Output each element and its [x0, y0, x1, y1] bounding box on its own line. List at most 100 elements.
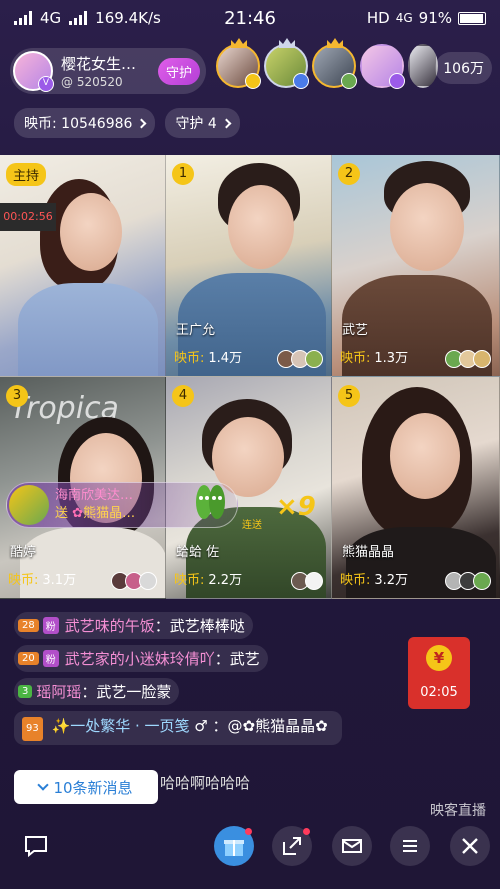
tile-supporters[interactable] [291, 572, 323, 590]
host-id: @ 520520 [61, 75, 123, 89]
mail-icon [342, 839, 362, 853]
red-packet-countdown: 02:05 [420, 685, 458, 700]
signal-icon-2 [69, 11, 88, 25]
notification-dot [245, 828, 252, 835]
gift-sender-avatar [9, 485, 49, 525]
host-avatar[interactable]: V [13, 51, 54, 92]
tile-supporters[interactable] [277, 350, 323, 368]
yuan-coin-icon: ¥ [426, 645, 452, 671]
tile-name: 熊猫晶晶 [342, 545, 395, 560]
close-icon [462, 838, 478, 854]
level-badge: 3 [18, 685, 33, 698]
video-tile-5[interactable]: 5 熊猫晶晶 映币: 3.2万 [332, 377, 500, 599]
slot-number: 2 [338, 163, 360, 185]
clock: 21:46 [224, 7, 276, 29]
battery-percent: 91% [418, 9, 452, 27]
tile-coins: 映币: 1.4万 [174, 351, 243, 366]
tile-coins: 映币: 1.3万 [340, 351, 409, 366]
viewer-avatar[interactable] [216, 38, 261, 89]
share-button[interactable] [272, 826, 312, 866]
gift-target: 熊猫晶… [83, 506, 136, 521]
network-speed: 169.4K/s [95, 9, 161, 27]
video-tile-2[interactable]: 2 武艺 映币: 1.3万 [332, 155, 500, 377]
menu-button[interactable] [390, 826, 430, 866]
bottom-toolbar [0, 822, 500, 872]
tile-name: 酷婷 [10, 545, 37, 560]
chat-message[interactable]: 28 粉 武艺味的午饭 ：武艺棒棒哒 [14, 612, 253, 639]
chevron-right-icon [136, 118, 147, 128]
gift-button[interactable] [214, 826, 254, 866]
brand-watermark: 映客直播 [430, 803, 486, 819]
crown-icon [279, 38, 295, 48]
message-button[interactable] [332, 826, 372, 866]
tile-supporters[interactable] [445, 572, 491, 590]
chat-user[interactable]: ✨一处繁华 · 一页笺 [52, 717, 190, 735]
network-right: 4G [395, 11, 413, 25]
menu-icon [403, 840, 417, 852]
crown-icon [327, 38, 343, 48]
host-bar: V 樱花女生… @ 520520 守护 [10, 48, 206, 94]
tile-supporters[interactable] [445, 350, 491, 368]
tile-name: 武艺 [342, 323, 369, 338]
top-viewers [216, 38, 438, 89]
share-icon [283, 837, 301, 855]
hd-label: HD [366, 9, 390, 27]
chat-user[interactable]: 武艺家的小迷妹玲倩吖 [65, 648, 215, 669]
chat-message-partial: 哈哈啊哈哈哈 [160, 774, 251, 792]
status-bar: 4G 169.4K/s 21:46 HD 4G 91% [0, 0, 500, 36]
gift-sender-name: 海南欣美达… [55, 488, 134, 503]
star-badge-icon [245, 73, 261, 89]
chat-user[interactable]: 瑶阿瑶 [36, 681, 81, 702]
tile-supporters[interactable] [111, 572, 157, 590]
cucumber-gift-icon [196, 485, 225, 519]
chat-list: 28 粉 武艺味的午饭 ：武艺棒棒哒 20 粉 武艺家的小迷妹玲倩吖 ：武艺 3… [14, 612, 374, 745]
coin-bar: 映币: 10546986 守护 4 [14, 108, 240, 138]
tile-coins: 映币: 2.2万 [174, 573, 243, 588]
stopwatch-display: 00:02:56 [0, 203, 56, 231]
viewer-avatar[interactable] [264, 38, 309, 89]
chevron-down-icon [37, 779, 50, 791]
coins-chip[interactable]: 映币: 10546986 [14, 108, 156, 138]
viewer-avatar[interactable] [408, 44, 438, 88]
chat-message[interactable]: 93 ✨一处繁华 · 一页笺 ♂ ：@✿熊猫晶晶✿ [14, 711, 342, 745]
guard-button[interactable]: 守护 [157, 57, 200, 85]
fan-badge: 粉 [42, 650, 59, 667]
video-tile-1[interactable]: 1 王广允 映币: 1.4万 [166, 155, 332, 377]
slot-number: 5 [338, 385, 360, 407]
level-badge: 28 [18, 619, 39, 632]
video-grid: 00:02:56 主持 1 王广允 映币: 1.4万 2 武艺 映币: 1.3万 T… [0, 155, 500, 599]
close-button[interactable] [450, 826, 490, 866]
chat-text: ♂ ：@✿熊猫晶晶✿ [194, 717, 328, 735]
slot-number: 3 [6, 385, 28, 407]
guard-chip[interactable]: 守护 4 [165, 108, 240, 138]
notification-dot [303, 828, 310, 835]
host-card[interactable]: V 樱花女生… @ 520520 守护 [10, 48, 206, 94]
signal-icon [14, 11, 32, 25]
comment-button[interactable] [16, 826, 56, 866]
new-messages-button[interactable]: 10条新消息 [14, 770, 158, 804]
star-badge-icon [293, 73, 309, 89]
new-messages-label: 10条新消息 [53, 778, 133, 797]
slot-number: 1 [172, 163, 194, 185]
host-tag: 主持 [6, 163, 47, 186]
chat-text: ：武艺一脸蒙 [81, 683, 172, 701]
battery-icon [458, 11, 486, 25]
gift-combo: ×9 [276, 492, 316, 522]
coins-label: 映币: 10546986 [24, 116, 133, 132]
chat-message[interactable]: 3 瑶阿瑶 ：武艺一脸蒙 [14, 678, 180, 705]
chat-message[interactable]: 20 粉 武艺家的小迷妹玲倩吖 ：武艺 [14, 645, 268, 672]
viewer-avatar[interactable] [312, 38, 357, 89]
slot-number: 4 [172, 385, 194, 407]
video-tile-host[interactable]: 00:02:56 主持 [0, 155, 166, 377]
gift-icon [224, 840, 244, 856]
red-packet[interactable]: ¥ 02:05 [408, 637, 470, 709]
chevron-right-icon [221, 118, 232, 128]
viewer-avatar[interactable] [360, 44, 405, 89]
crown-badge-icon [341, 73, 357, 89]
chat-user[interactable]: 武艺味的午饭 [65, 615, 155, 636]
tile-name: 蛤蛤 佐 [176, 545, 220, 560]
tile-coins: 映币: 3.1万 [8, 573, 77, 588]
viewer-count[interactable]: 106万 [435, 52, 492, 84]
verified-icon [389, 73, 405, 89]
tile-coins: 映币: 3.2万 [340, 573, 409, 588]
